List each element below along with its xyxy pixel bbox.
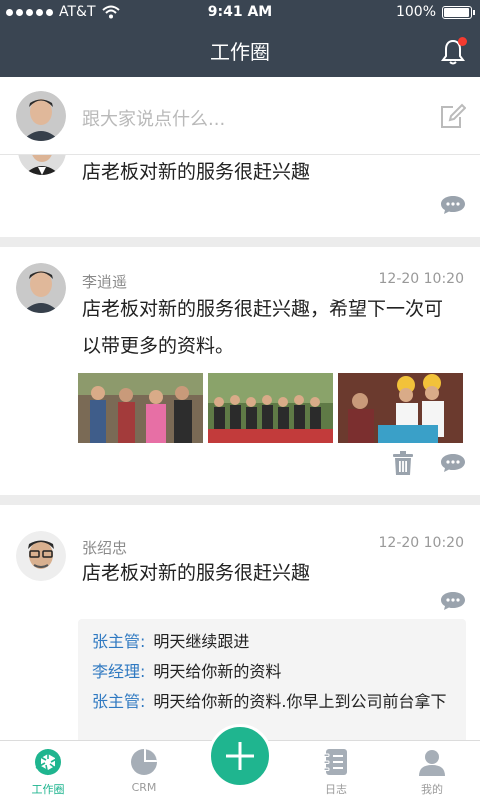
trash-icon[interactable]	[392, 451, 414, 475]
comment-text: 明天给你新的资料.你早上到公司前台拿下	[153, 692, 447, 711]
composer-input[interactable]: 跟大家说点什么...	[82, 105, 225, 131]
comment-item[interactable]: 李经理: 明天给你新的资料	[92, 657, 456, 686]
post-card: 张绍忠 12-20 10:20 店老板对新的服务很赶兴趣 张主管: 明天继续跟进 …	[0, 505, 480, 740]
comment-list: 张主管: 明天继续跟进 李经理: 明天给你新的资料 张主管: 明天给你新的资料.你早上…	[78, 619, 466, 740]
status-bar: AT&T 9:41 AM 100%	[0, 0, 480, 26]
comment-author[interactable]: 李经理:	[92, 662, 145, 681]
tab-label: CRM	[131, 781, 157, 794]
tab-crm[interactable]: CRM	[96, 741, 192, 800]
feed: 店老板对新的服务很赶兴趣 李逍遥 12-20 10:20 店老板对新的服务很赶兴…	[0, 155, 480, 740]
plus-icon	[226, 742, 254, 770]
pie-chart-icon	[131, 749, 157, 775]
comment-icon[interactable]	[440, 591, 466, 611]
post-photo[interactable]	[338, 373, 463, 443]
comment-author[interactable]: 张主管:	[92, 692, 145, 711]
tab-me[interactable]: 我的	[384, 741, 480, 800]
post-content: 店老板对新的服务很赶兴趣	[82, 562, 311, 584]
edit-icon[interactable]	[440, 103, 466, 129]
unread-badge	[458, 37, 467, 46]
battery-icon	[442, 5, 475, 19]
post-card: 李逍遥 12-20 10:20 店老板对新的服务很赶兴趣，希望下一次可以带更多的…	[0, 247, 480, 495]
page-title: 工作圈	[210, 40, 270, 64]
tab-log[interactable]: 日志	[288, 741, 384, 800]
comment-icon[interactable]	[440, 195, 466, 215]
comment-icon[interactable]	[440, 453, 466, 473]
tab-label: 工作圈	[31, 783, 65, 796]
post-time: 12-20 10:20	[378, 271, 464, 287]
comment-text: 明天给你新的资料	[153, 662, 282, 681]
battery-percent: 100%	[395, 4, 436, 20]
author-name[interactable]: 李逍遥	[82, 271, 127, 292]
app-header: AT&T 9:41 AM 100% 工作圈	[0, 0, 480, 77]
post-photo[interactable]	[208, 373, 333, 443]
notification-button[interactable]	[440, 37, 467, 66]
avatar[interactable]	[16, 531, 66, 581]
avatar	[16, 91, 66, 141]
composer[interactable]: 跟大家说点什么...	[0, 77, 480, 155]
tab-label: 我的	[421, 783, 443, 796]
post-time: 12-20 10:20	[378, 535, 464, 551]
comment-author[interactable]: 张主管:	[92, 632, 145, 651]
add-button[interactable]	[208, 724, 272, 788]
post-card: 店老板对新的服务很赶兴趣	[0, 155, 480, 237]
notebook-icon	[323, 749, 347, 775]
comment-item[interactable]: 张主管: 明天给你新的资料.你早上到公司前台拿下	[92, 687, 456, 716]
avatar	[18, 155, 66, 175]
tab-label: 日志	[325, 783, 347, 796]
comment-item[interactable]: 张主管: 明天继续跟进	[92, 627, 456, 656]
post-content: 店老板对新的服务很赶兴趣	[82, 161, 311, 183]
post-content: 店老板对新的服务很赶兴趣，希望下一次可以带更多的资料。	[82, 298, 444, 357]
tab-work-circle[interactable]: 工作圈	[0, 741, 96, 800]
comment-text: 明天继续跟进	[153, 632, 250, 651]
user-icon	[419, 750, 445, 776]
post-photo[interactable]	[78, 373, 203, 443]
avatar[interactable]	[16, 263, 66, 313]
aperture-icon	[35, 749, 61, 776]
